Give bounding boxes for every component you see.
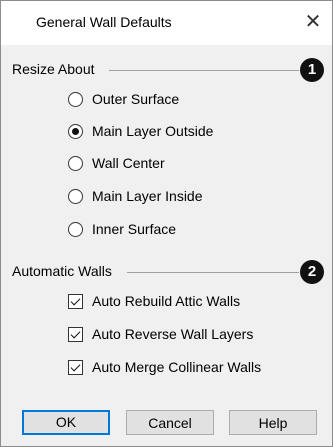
checkbox-label: Auto Rebuild Attic Walls — [92, 293, 241, 309]
dialog-title: General Wall Defaults — [36, 14, 172, 30]
close-icon[interactable]: ✕ — [298, 7, 328, 37]
radio-button[interactable] — [68, 155, 83, 171]
checkbox-label: Auto Reverse Wall Layers — [92, 326, 254, 342]
radio-label: Main Layer Outside — [92, 123, 214, 139]
radio-button[interactable] — [68, 123, 83, 139]
title-bar: General Wall Defaults ✕ — [1, 1, 332, 45]
checkbox[interactable] — [68, 326, 83, 342]
checkbox-auto-reverse-wall-layers[interactable]: Auto Reverse Wall Layers — [68, 323, 253, 345]
checkbox-label: Auto Merge Collinear Walls — [92, 359, 262, 375]
radio-wall-center[interactable]: Wall Center — [68, 152, 165, 174]
radio-label: Outer Surface — [92, 91, 180, 107]
radio-button[interactable] — [68, 188, 83, 204]
ok-button[interactable]: OK — [22, 410, 110, 435]
checkbox-auto-rebuild-attic-walls[interactable]: Auto Rebuild Attic Walls — [68, 290, 240, 312]
cancel-button[interactable]: Cancel — [126, 410, 214, 435]
checkbox[interactable] — [68, 293, 83, 309]
radio-outer-surface[interactable]: Outer Surface — [68, 88, 179, 110]
checkbox-auto-merge-collinear-walls[interactable]: Auto Merge Collinear Walls — [68, 356, 261, 378]
automatic-walls-label: Automatic Walls — [12, 263, 112, 279]
resize-about-label: Resize About — [12, 61, 95, 77]
radio-main-layer-outside[interactable]: Main Layer Outside — [68, 120, 213, 142]
radio-inner-surface[interactable]: Inner Surface — [68, 218, 176, 240]
automatic-walls-divider — [127, 272, 299, 273]
resize-about-divider — [109, 70, 299, 71]
radio-button[interactable] — [68, 221, 83, 237]
radio-label: Inner Surface — [92, 221, 177, 237]
radio-label: Wall Center — [92, 155, 165, 171]
radio-button[interactable] — [68, 91, 83, 107]
help-button[interactable]: Help — [229, 410, 317, 435]
radio-main-layer-inside[interactable]: Main Layer Inside — [68, 185, 203, 207]
radio-label: Main Layer Inside — [92, 188, 203, 204]
callout-1-icon: 1 — [300, 58, 324, 82]
callout-2-icon: 2 — [300, 260, 324, 284]
checkbox[interactable] — [68, 359, 83, 375]
general-wall-defaults-dialog: General Wall Defaults ✕ Resize About 1 O… — [0, 0, 333, 447]
